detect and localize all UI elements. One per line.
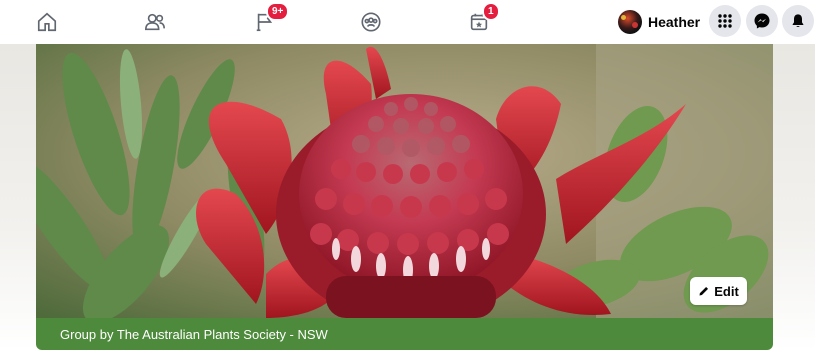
avatar xyxy=(618,10,642,34)
home-icon[interactable] xyxy=(30,6,64,38)
events-notification-badge: 1 xyxy=(482,2,500,21)
profile-name: Heather xyxy=(648,14,701,30)
menu-grid-button[interactable] xyxy=(709,5,741,37)
edit-button-label: Edit xyxy=(714,283,739,299)
friends-icon[interactable] xyxy=(138,6,172,38)
edit-cover-button[interactable]: Edit xyxy=(690,277,747,305)
group-cover-photo xyxy=(36,44,773,318)
menu-grid-icon xyxy=(718,14,732,28)
notifications-button[interactable] xyxy=(782,5,814,37)
top-navigation-bar: 9+ 1 Heather xyxy=(0,0,815,45)
events-icon[interactable]: 1 xyxy=(462,2,500,38)
messenger-button[interactable] xyxy=(746,5,778,37)
pencil-icon xyxy=(699,286,709,296)
groups-icon[interactable] xyxy=(354,6,388,38)
waratah-flower-image xyxy=(36,44,773,318)
group-caption-text: Group by The Australian Plants Society -… xyxy=(60,326,328,342)
messenger-icon xyxy=(754,13,770,29)
pages-flag-icon[interactable]: 9+ xyxy=(248,2,290,38)
group-caption-bar[interactable]: Group by The Australian Plants Society -… xyxy=(36,318,773,350)
notifications-bell-icon xyxy=(792,14,804,27)
pages-notification-badge: 9+ xyxy=(266,2,290,21)
profile-shortcut[interactable]: Heather xyxy=(618,9,700,35)
